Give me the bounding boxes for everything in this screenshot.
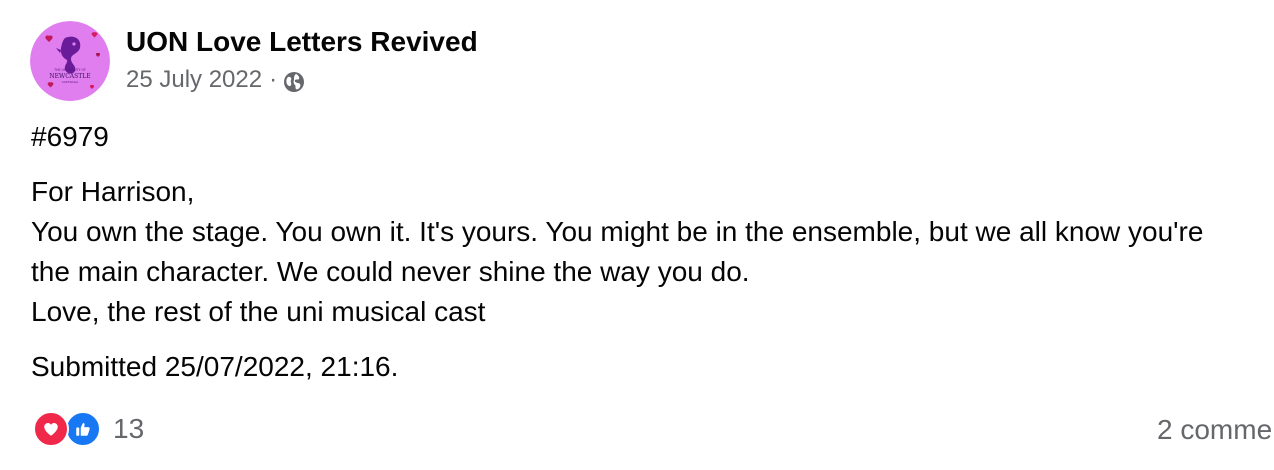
page-logo: THE UNIVERSITY OF NEWCASTLE AUSTRALIA <box>30 21 110 101</box>
post-greeting: For Harrison, <box>31 176 195 207</box>
post-meta: 25 July 2022 · <box>126 64 306 96</box>
post-number: #6979 <box>31 121 109 152</box>
love-icon <box>33 411 69 447</box>
logo-text-top: THE UNIVERSITY OF <box>53 68 86 72</box>
post-submitted: Submitted 25/07/2022, 21:16. <box>31 351 399 382</box>
logo-text-bottom: AUSTRALIA <box>62 80 80 84</box>
post-text-line-2: the main character. We could never shine… <box>31 256 750 287</box>
reactions-summary[interactable]: 13 <box>33 410 144 448</box>
post-text-line-1: You own the stage. You own it. It's your… <box>31 216 1204 247</box>
page-name-link[interactable]: UON Love Letters Revived <box>126 24 478 60</box>
meta-separator: · <box>269 66 278 93</box>
comments-count-link[interactable]: 2 comments <box>1157 411 1274 449</box>
reaction-count[interactable]: 13 <box>113 413 144 445</box>
globe-icon[interactable] <box>282 70 306 94</box>
post-signoff: Love, the rest of the uni musical cast <box>31 296 486 327</box>
logo-text-main: NEWCASTLE <box>49 73 90 80</box>
like-icon <box>65 411 101 447</box>
page-avatar[interactable]: THE UNIVERSITY OF NEWCASTLE AUSTRALIA <box>30 21 110 101</box>
post-date[interactable]: 25 July 2022 <box>126 66 262 94</box>
